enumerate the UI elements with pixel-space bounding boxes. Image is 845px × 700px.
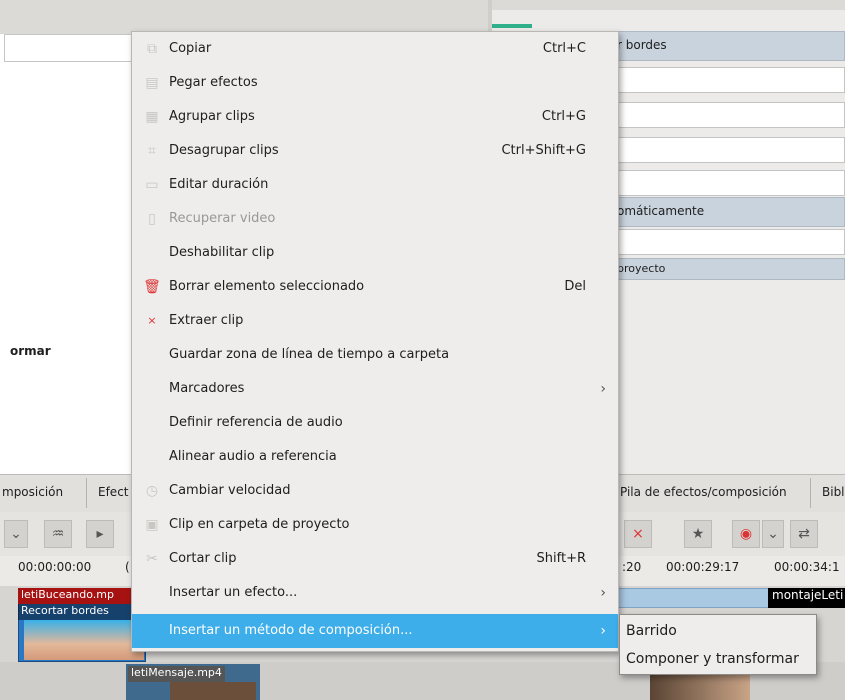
menu-item-insert-effect[interactable]: Insertar un efecto... › [132,576,618,610]
composition-submenu: Barrido Componer y transformar [619,614,817,675]
effect-active-indicator [492,24,532,28]
menu-item-clip-in-project-folder[interactable]: ▣ Clip en carpeta de proyecto [132,508,618,542]
menu-item-label: Agrupar clips [169,109,255,124]
timecode-label: :20 [622,560,642,574]
chevron-down-icon[interactable]: ⌄ [4,520,28,548]
menu-item-insert-composition[interactable]: Insertar un método de composición... › [132,614,618,648]
copy-icon: ⧉ [147,41,157,57]
menu-item-label: Marcadores [169,381,245,396]
chevron-right-icon: › [600,381,606,397]
menu-item-paste-effects[interactable]: ▤ Pegar efectos [132,66,618,100]
clip-title: letiMensaje.mp4 [128,666,225,682]
menu-item-label: Copiar [169,41,212,56]
chevron-right-icon: › [600,585,606,601]
menu-item-label: Recuperar video [169,211,276,226]
submenu-item-composite-transform[interactable]: Componer y transformar [626,645,799,673]
extract-icon[interactable]: × [624,520,652,548]
menu-item-shortcut: Ctrl+G [541,109,586,124]
menu-item-label: Definir referencia de audio [169,415,343,430]
tab-composition[interactable]: mposición [2,485,63,499]
extract-icon: × [147,314,157,327]
menu-item-label: Insertar un efecto... [169,585,298,600]
tab-effect-stack[interactable]: Pila de efectos/composición [620,485,787,499]
speed-icon: ◷ [145,483,159,499]
timecode-label: 00:00:34:1 [774,560,840,574]
chevron-right-icon: › [600,623,606,639]
tab-separator [86,478,87,508]
menu-item-delete-selected[interactable]: 🗑 Borrar elemento seleccionado Del [132,270,618,304]
left-panel-label: ormar [10,344,51,358]
scissors-icon: ✂ [146,551,158,567]
menu-item-save-zone[interactable]: Guardar zona de línea de tiempo a carpet… [132,338,618,372]
menu-item-label: Alinear audio a referencia [169,449,337,464]
menu-item-label: Desagrupar clips [169,143,279,158]
menu-item-extract-clip[interactable]: × Extraer clip [132,304,618,338]
menu-item-label: Cortar clip [169,551,237,566]
menu-item-label: Extraer clip [169,313,244,328]
menu-item-cut-clip[interactable]: ✂ Cortar clip Shift+R [132,542,618,576]
menu-item-recover-video: ▯ Recuperar video [132,202,618,236]
clip-title: letiBuceando.mp [18,588,144,604]
clip-thumbnail [24,620,144,660]
chevron-down-icon[interactable]: ⌄ [762,520,784,548]
menu-item-label: Insertar un método de composición... [169,623,413,638]
submenu-item-wipe[interactable]: Barrido [626,617,677,645]
menu-item-copy[interactable]: ⧉ Copiar Ctrl+C [132,32,618,66]
menu-item-label: Clip en carpeta de proyecto [169,517,350,532]
timecode-label: 00:00:29:17 [666,560,740,574]
menu-item-label: Editar duración [169,177,269,192]
trash-icon: 🗑 [143,279,161,295]
folder-icon: ▣ [145,517,159,533]
menu-item-group-clips[interactable]: ▦ Agrupar clips Ctrl+G [132,100,618,134]
menu-item-label: Borrar elemento seleccionado [169,279,365,294]
duration-icon: ▭ [145,177,159,193]
menu-item-shortcut: Shift+R [536,551,586,566]
settings-icon[interactable]: ⇄ [790,520,818,548]
star-icon[interactable]: ★ [684,520,712,548]
menu-item-label: Deshabilitar clip [169,245,275,260]
clip-title[interactable]: montajeLeti [768,588,845,608]
paste-icon: ▤ [145,75,159,91]
menu-item-shortcut: Del [564,279,586,294]
menu-item-change-speed[interactable]: ◷ Cambiar velocidad [132,474,618,508]
document-icon: ▯ [148,211,156,227]
menu-item-label: Guardar zona de línea de tiempo a carpet… [169,347,450,362]
menu-item-shortcut: Ctrl+Shift+G [501,143,586,158]
menu-item-shortcut: Ctrl+C [542,41,586,56]
context-menu: ⧉ Copiar Ctrl+C ▤ Pegar efectos ▦ Agrupar cl… [131,31,619,652]
menu-item-ungroup-clips[interactable]: ⌗ Desagrupar clips Ctrl+Shift+G [132,134,618,168]
menu-item-markers[interactable]: Marcadores › [132,372,618,406]
audio-spectrum-icon[interactable]: ♒ [44,520,72,548]
group-icon: ▦ [145,109,159,125]
tab-library[interactable]: Bibl [822,485,845,499]
clip-effect-label: Recortar bordes [18,604,144,620]
menu-item-edit-duration[interactable]: ▭ Editar duración [132,168,618,202]
clip-thumbnail [170,682,256,700]
menu-item-align-audio[interactable]: Alinear audio a referencia [132,440,618,474]
timecode-label: ( [125,560,130,574]
tab-separator [810,478,811,508]
tab-effects[interactable]: Efect [98,485,129,499]
ungroup-icon: ⌗ [148,143,156,159]
pointer-icon[interactable]: ▸ [86,520,114,548]
menu-item-set-audio-reference[interactable]: Definir referencia de audio [132,406,618,440]
menu-item-label: Pegar efectos [169,75,258,90]
timecode-label: 00:00:00:00 [18,560,92,574]
menu-item-label: Cambiar velocidad [169,483,291,498]
record-icon[interactable]: ◉ [732,520,760,548]
menu-item-disable-clip[interactable]: Deshabilitar clip [132,236,618,270]
